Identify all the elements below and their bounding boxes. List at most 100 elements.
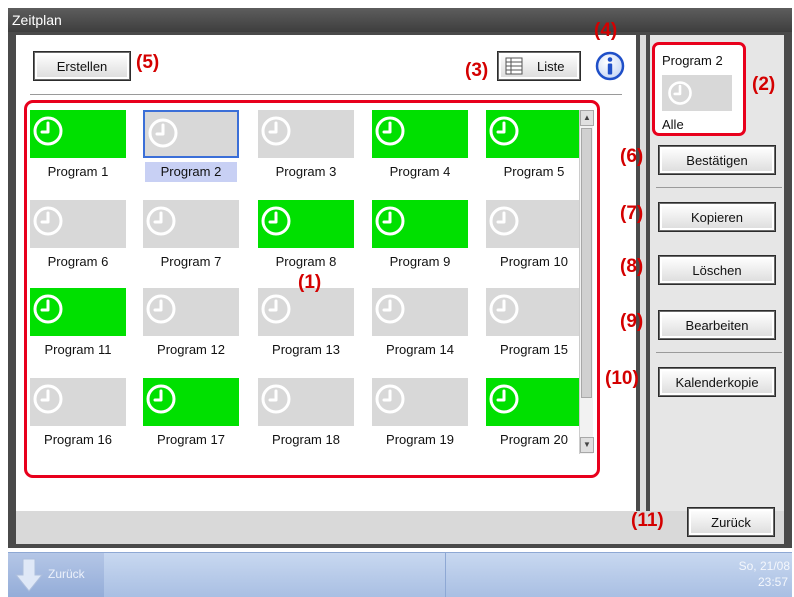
program-tile[interactable]: Program 17 — [143, 374, 255, 456]
taskbar-back-button[interactable]: Zurück — [8, 553, 104, 597]
program-tile[interactable]: Program 6 — [30, 196, 142, 280]
taskbar-date: So, 21/08 — [738, 559, 790, 573]
program-tile-image — [486, 110, 580, 158]
program-tile[interactable]: Program 19 — [372, 374, 484, 456]
callout-6: (6) — [620, 146, 644, 167]
clock-icon — [33, 384, 63, 414]
scroll-thumb[interactable] — [581, 128, 592, 398]
window-title: Zeitplan — [8, 8, 792, 32]
clock-icon — [375, 384, 405, 414]
program-tile[interactable]: Program 13 — [258, 284, 370, 368]
callout-9: (9) — [620, 311, 644, 332]
program-tile[interactable]: Program 11 — [30, 284, 142, 368]
clock-icon — [261, 384, 291, 414]
clock-icon — [375, 206, 405, 236]
callout-5: (5) — [136, 52, 160, 73]
program-tile-label: Program 15 — [500, 342, 568, 357]
program-tile[interactable]: Program 16 — [30, 374, 142, 456]
footer-bar — [16, 511, 784, 544]
program-tile[interactable]: Program 10 — [486, 196, 580, 280]
calendar-copy-button[interactable]: Kalenderkopie — [659, 368, 775, 396]
program-tile[interactable]: Program 4 — [372, 106, 484, 190]
clock-icon — [33, 116, 63, 146]
list-view-button[interactable]: Liste — [498, 52, 580, 80]
clock-icon — [33, 294, 63, 324]
program-tile-image — [30, 110, 126, 158]
list-view-label: Liste — [537, 58, 565, 74]
preview-title: Program 2 — [662, 53, 723, 68]
preview-image — [662, 75, 732, 111]
program-tile[interactable]: Program 3 — [258, 106, 370, 190]
program-tile-label: Program 8 — [275, 254, 337, 269]
program-tile-label: Program 11 — [44, 342, 112, 357]
program-tile-image — [486, 378, 580, 426]
program-tile[interactable]: Program 12 — [143, 284, 255, 368]
program-tile[interactable]: Program 1 — [30, 106, 142, 190]
program-tile-image — [143, 288, 239, 336]
program-tile-image — [258, 200, 354, 248]
clock-icon — [489, 206, 519, 236]
program-tile-label: Program 5 — [503, 164, 565, 179]
taskbar-separator — [445, 553, 446, 597]
program-tile-label: Program 3 — [275, 164, 337, 179]
down-arrow-icon — [14, 558, 44, 592]
grid-scrollbar[interactable]: ▲ ▼ — [579, 110, 594, 454]
program-tile-image — [258, 288, 354, 336]
program-tile-label: Program 4 — [389, 164, 451, 179]
clock-icon — [261, 116, 291, 146]
clock-icon — [146, 294, 176, 324]
clock-icon — [375, 294, 405, 324]
clock-icon — [375, 116, 405, 146]
clock-icon — [489, 116, 519, 146]
program-tile[interactable]: Program 9 — [372, 196, 484, 280]
scroll-down-button[interactable]: ▼ — [580, 437, 594, 453]
program-tile[interactable]: Program 15 — [486, 284, 580, 368]
program-tile[interactable]: Program 5 — [486, 106, 580, 190]
toolbar-divider — [30, 94, 622, 95]
program-tile-label: Program 7 — [160, 254, 222, 269]
program-tile-image — [143, 200, 239, 248]
program-tile[interactable]: Program 20 — [486, 374, 580, 456]
edit-button[interactable]: Bearbeiten — [659, 311, 775, 339]
program-tile-label: Program 10 — [500, 254, 568, 269]
callout-7: (7) — [620, 203, 644, 224]
clock-icon — [33, 206, 63, 236]
clock-icon — [489, 294, 519, 324]
info-icon[interactable] — [595, 51, 625, 81]
copy-button[interactable]: Kopieren — [659, 203, 775, 231]
delete-button[interactable]: Löschen — [659, 256, 775, 284]
program-tile-label: Program 13 — [272, 342, 340, 357]
program-tile-label: Program 12 — [157, 342, 225, 357]
program-tile-image — [486, 200, 580, 248]
clock-icon — [261, 294, 291, 324]
divider-2 — [656, 352, 782, 353]
create-button[interactable]: Erstellen — [34, 52, 130, 80]
program-tile[interactable]: Program 8 — [258, 196, 370, 280]
back-button[interactable]: Zurück — [688, 508, 774, 536]
program-tile[interactable]: Program 14 — [372, 284, 484, 368]
preview-subtitle: Alle — [662, 117, 684, 132]
program-tile-label: Program 18 — [272, 432, 340, 447]
program-tile-label: Program 6 — [47, 254, 109, 269]
clock-icon — [489, 384, 519, 414]
program-tile-image — [372, 378, 468, 426]
program-tile-image — [486, 288, 580, 336]
list-icon — [505, 57, 523, 75]
callout-2: (2) — [752, 74, 776, 95]
program-tile-image — [143, 110, 239, 158]
callout-3: (3) — [465, 60, 489, 81]
program-tile-image — [30, 288, 126, 336]
program-tile[interactable]: Program 2 — [143, 106, 255, 190]
program-tile[interactable]: Program 18 — [258, 374, 370, 456]
confirm-button[interactable]: Bestätigen — [659, 146, 775, 174]
program-tile[interactable]: Program 7 — [143, 196, 255, 280]
taskbar-back-label: Zurück — [48, 567, 85, 581]
program-tile-label: Program 19 — [386, 432, 454, 447]
callout-1: (1) — [298, 272, 322, 293]
program-tile-label: Program 1 — [47, 164, 109, 179]
scroll-up-button[interactable]: ▲ — [580, 110, 594, 126]
clock-icon — [668, 81, 692, 105]
program-tile-image — [372, 288, 468, 336]
callout-8: (8) — [620, 256, 644, 277]
clock-icon — [146, 206, 176, 236]
